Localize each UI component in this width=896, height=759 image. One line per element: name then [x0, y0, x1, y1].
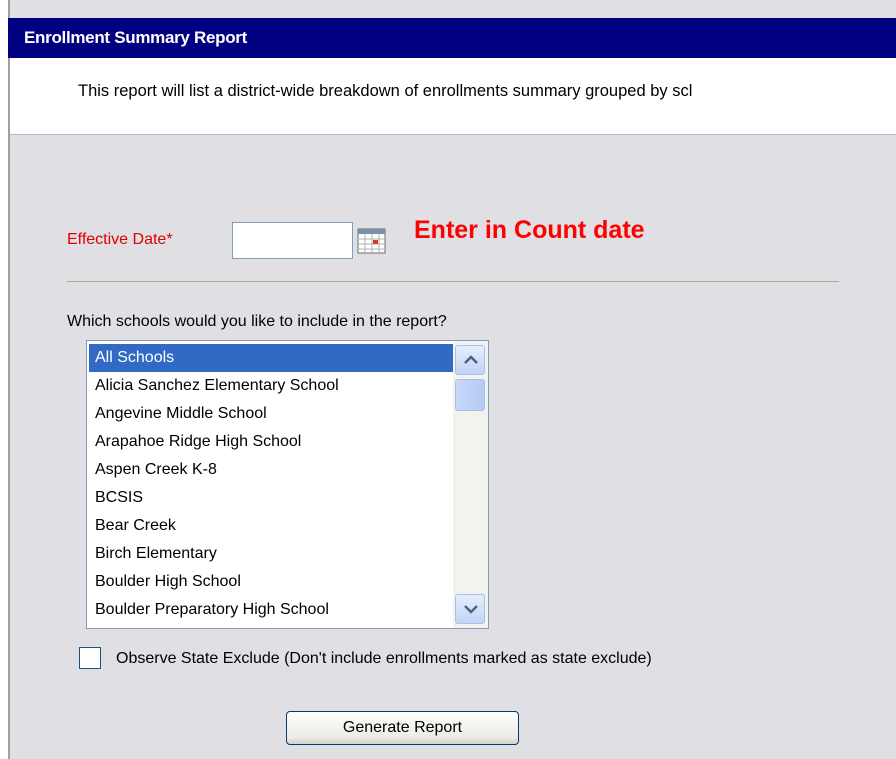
school-option[interactable]: Birch Elementary [89, 540, 453, 568]
school-option[interactable]: Aspen Creek K-8 [89, 456, 453, 484]
school-option[interactable]: Arapahoe Ridge High School [89, 428, 453, 456]
report-title: Enrollment Summary Report [8, 18, 896, 58]
chevron-down-icon [464, 605, 478, 614]
chevron-up-icon [464, 355, 478, 364]
listbox-scrollbar[interactable] [453, 341, 488, 628]
school-option[interactable]: Alicia Sanchez Elementary School [89, 372, 453, 400]
school-option[interactable]: Angevine Middle School [89, 400, 453, 428]
schools-question: Which schools would you like to include … [67, 313, 447, 330]
schools-list: All Schools Alicia Sanchez Elementary Sc… [89, 344, 453, 624]
report-description: This report will list a district-wide br… [78, 82, 693, 100]
school-option[interactable]: Boulder Preparatory High School [89, 596, 453, 624]
section-divider [67, 281, 839, 282]
generate-report-button[interactable]: Generate Report [286, 711, 519, 745]
effective-date-input[interactable] [232, 222, 353, 259]
school-option[interactable]: Bear Creek [89, 512, 453, 540]
state-exclude-checkbox[interactable] [79, 647, 101, 669]
school-option[interactable]: BCSIS [89, 484, 453, 512]
count-date-annotation: Enter in Count date [414, 216, 645, 244]
scroll-thumb[interactable] [455, 379, 485, 411]
description-panel: This report will list a district-wide br… [10, 58, 896, 135]
school-option[interactable]: Boulder High School [89, 568, 453, 596]
scroll-down-button[interactable] [455, 594, 485, 624]
scroll-up-button[interactable] [455, 345, 485, 375]
schools-listbox[interactable]: All Schools Alicia Sanchez Elementary Sc… [86, 340, 489, 629]
school-option-all-schools[interactable]: All Schools [89, 344, 453, 372]
calendar-icon[interactable] [357, 228, 386, 254]
effective-date-label: Effective Date* [67, 231, 173, 248]
state-exclude-label[interactable]: Observe State Exclude (Don't include enr… [116, 650, 652, 668]
